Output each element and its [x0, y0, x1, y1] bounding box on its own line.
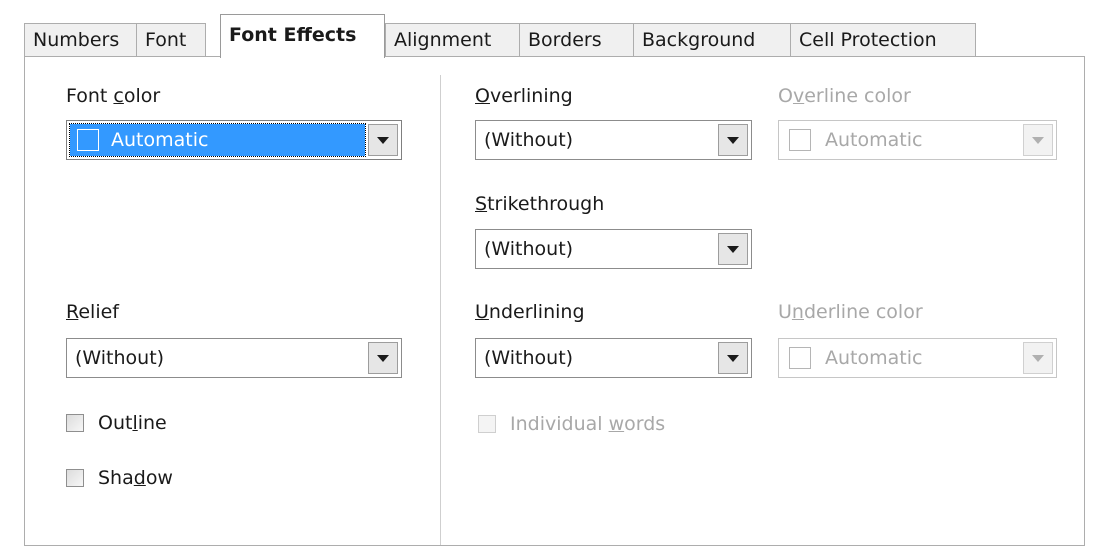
overline-color-select: Automatic: [778, 120, 1057, 160]
chevron-down-icon: [727, 137, 739, 144]
tab-numbers[interactable]: Numbers: [24, 23, 137, 56]
individual-words-label: Individual words: [510, 413, 666, 435]
relief-value: (Without): [75, 347, 165, 369]
tab-label: Cell Protection: [799, 29, 937, 51]
color-swatch: [789, 347, 811, 369]
underlining-label: Underlining: [475, 301, 585, 323]
dropdown-button[interactable]: [368, 124, 398, 156]
tab-cell-protection[interactable]: Cell Protection: [790, 23, 976, 56]
chevron-down-icon: [1032, 355, 1044, 362]
overlining-value: (Without): [484, 129, 574, 151]
underline-color-select: Automatic: [778, 338, 1057, 378]
tab-label: Borders: [528, 29, 602, 51]
color-swatch: [789, 129, 811, 151]
tab-font-effects[interactable]: Font Effects: [220, 14, 385, 58]
overline-color-value: Automatic: [825, 129, 923, 151]
chevron-down-icon: [1032, 137, 1044, 144]
tab-label: Numbers: [33, 29, 120, 51]
tab-label: Font Effects: [229, 24, 357, 46]
dropdown-button[interactable]: [718, 124, 748, 156]
overlining-select[interactable]: (Without): [475, 120, 752, 160]
tab-alignment[interactable]: Alignment: [385, 23, 520, 56]
dropdown-button[interactable]: [718, 233, 748, 265]
chevron-down-icon: [727, 355, 739, 362]
dropdown-button[interactable]: [368, 342, 398, 374]
checkbox-box: [478, 415, 496, 433]
shadow-label: Shadow: [98, 467, 173, 489]
tab-borders[interactable]: Borders: [519, 23, 634, 56]
tab-label: Alignment: [394, 29, 492, 51]
outline-label: Outline: [98, 412, 167, 434]
strikethrough-label: Strikethrough: [475, 193, 605, 215]
tab-font[interactable]: Font: [136, 23, 206, 56]
tab-label: Font: [145, 29, 187, 51]
tab-label: Background: [642, 29, 756, 51]
color-swatch: [77, 129, 99, 151]
chevron-down-icon: [377, 137, 389, 144]
dropdown-button: [1023, 124, 1053, 156]
font-color-value: Automatic: [111, 129, 209, 151]
dropdown-button[interactable]: [718, 342, 748, 374]
checkbox-box[interactable]: [66, 414, 84, 432]
strikethrough-value: (Without): [484, 238, 574, 260]
underlining-value: (Without): [484, 347, 574, 369]
checkbox-box[interactable]: [66, 469, 84, 487]
font-color-label: Font color: [66, 85, 161, 107]
strikethrough-select[interactable]: (Without): [475, 229, 752, 269]
tab-background[interactable]: Background: [633, 23, 791, 56]
dropdown-button: [1023, 342, 1053, 374]
underline-color-value: Automatic: [825, 347, 923, 369]
underline-color-label: Underline color: [778, 301, 923, 323]
overline-color-label: Overline color: [778, 85, 911, 107]
font-color-select[interactable]: Automatic: [66, 120, 402, 160]
relief-select[interactable]: (Without): [66, 338, 402, 378]
column-divider: [440, 75, 441, 545]
relief-label: Relief: [66, 301, 119, 323]
underlining-select[interactable]: (Without): [475, 338, 752, 378]
chevron-down-icon: [727, 246, 739, 253]
overlining-label: Overlining: [475, 85, 573, 107]
chevron-down-icon: [377, 355, 389, 362]
